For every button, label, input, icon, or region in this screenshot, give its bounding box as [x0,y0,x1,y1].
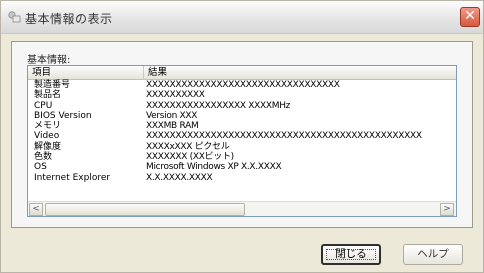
column-header-item[interactable]: 項目 [28,66,144,79]
group-label: 基本情報: [27,55,71,66]
list-row[interactable]: OS Microsoft Windows XP X.X.XXXX [28,162,456,172]
list-header: 項目 結果 [28,66,456,80]
dialog-window: 基本情報の表示 ✕ 基本情報: 項目 結果 製造番号 XXXXXXXXXXXXXX… [0,0,484,273]
row-item: 解像度 [34,141,62,152]
info-list[interactable]: 項目 結果 製造番号 XXXXXXXXXXXXXXXXXXXXXXXXXXXXXX… [27,65,457,217]
scroll-left-button[interactable]: < [29,203,43,216]
scroll-thumb[interactable] [45,203,245,216]
row-item: Internet Explorer [34,172,111,183]
horizontal-scrollbar[interactable]: < > [28,201,456,216]
row-value: XXXMB RAM [146,121,199,132]
list-row[interactable]: Internet Explorer X.X.XXXX.XXXX [28,173,456,183]
list-row[interactable]: CPU XXXXXXXXXXXXXXXXX XXXXMHz [28,101,456,111]
row-item: 色数 [34,152,53,163]
info-icon [7,10,21,24]
column-header-result[interactable]: 結果 [144,66,456,79]
list-row[interactable]: Video XXXXXXXXXXXXXXXXXXXXXXXXXXXXXXXXXXX… [28,131,456,141]
row-value: XXXXXXXXXX [146,90,205,101]
title-bar[interactable]: 基本情報の表示 ✕ [1,1,483,34]
row-item: BIOS Version [34,110,92,121]
close-button[interactable]: 閉じる [321,244,381,265]
list-row[interactable]: メモリ XXXMB RAM [28,121,456,131]
list-row[interactable]: 製造番号 XXXXXXXXXXXXXXXXXXXXXXXXXXXXXXXXX [28,80,456,90]
row-item: 製品名 [34,90,62,101]
row-item: CPU [34,100,53,111]
row-value: XXXXXXXXXXXXXXXXXXXXXXXXXXXXXXXXXXXXXXXX… [146,131,422,142]
help-button[interactable]: ヘルプ [403,244,463,265]
window-title: 基本情報の表示 [25,12,113,26]
row-item: Video [34,131,60,142]
list-row[interactable]: 製品名 XXXXXXXXXX [28,90,456,100]
row-value: XXXXXXXXXXXXXXXXX XXXXMHz [146,100,291,111]
list-row[interactable]: 解像度 XXXXxXXX ピクセル [28,142,456,152]
row-item: メモリ [34,121,62,132]
list-row[interactable]: 色数 XXXXXXX (XXビット) [28,152,456,162]
row-item: 製造番号 [34,80,71,90]
row-value: XXXXXXXXXXXXXXXXXXXXXXXXXXXXXXXXX [146,80,340,90]
row-value: XXXXxXXX ピクセル [146,141,230,152]
help-button-label: ヘルプ [417,248,449,260]
row-value: Version XXX [146,110,198,121]
scroll-right-button[interactable]: > [440,203,454,216]
row-value: XXXXXXX (XXビット) [146,152,234,163]
close-window-button[interactable]: ✕ [460,7,480,27]
row-item: OS [34,162,47,173]
focus-outline [326,249,376,260]
row-value: Microsoft Windows XP X.X.XXXX [146,162,282,173]
list-rows: 製造番号 XXXXXXXXXXXXXXXXXXXXXXXXXXXXXXXXX 製品… [28,80,456,183]
row-value: X.X.XXXX.XXXX [146,172,213,183]
list-row[interactable]: BIOS Version Version XXX [28,111,456,121]
